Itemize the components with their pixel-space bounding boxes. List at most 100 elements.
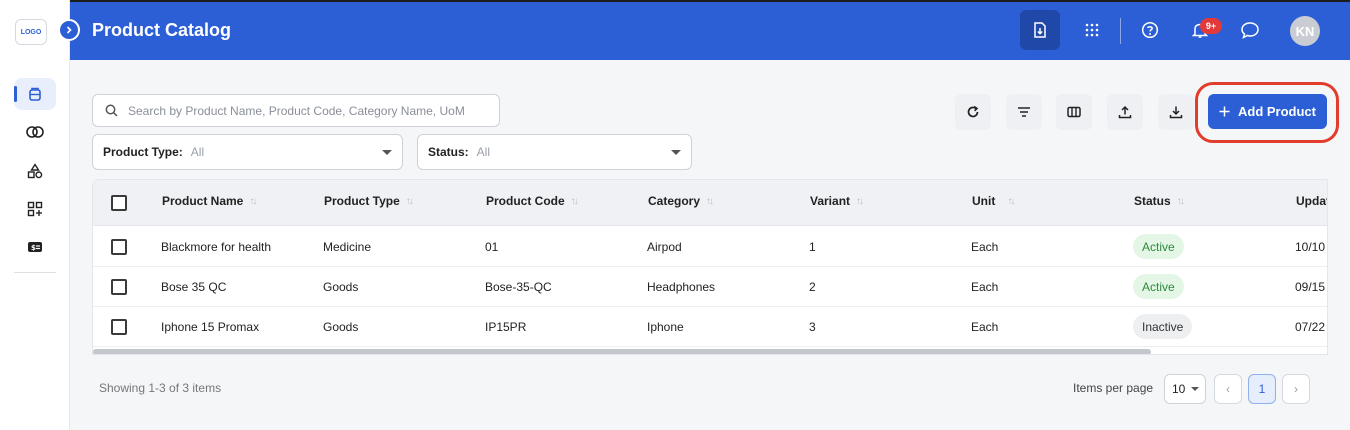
sidebar-item-categories[interactable] bbox=[14, 155, 56, 187]
product-type-filter-value: All bbox=[190, 145, 205, 159]
notification-badge: 9+ bbox=[1200, 18, 1222, 34]
table-row[interactable]: Blackmore for health Medicine 01 Airpod … bbox=[93, 227, 1327, 267]
cell-product-type: Goods bbox=[323, 320, 359, 334]
cell-category: Iphone bbox=[647, 320, 684, 334]
help-icon bbox=[1141, 21, 1159, 39]
next-page-button[interactable]: › bbox=[1282, 374, 1310, 404]
status-filter-value: All bbox=[476, 145, 491, 159]
items-per-page-select[interactable]: 10 bbox=[1164, 374, 1206, 404]
column-label: Variant bbox=[810, 194, 851, 208]
select-all-checkbox[interactable] bbox=[111, 195, 127, 211]
sidebar-item-products[interactable] bbox=[14, 78, 56, 110]
column-label: Product Name bbox=[162, 194, 244, 208]
search-input[interactable] bbox=[128, 103, 488, 118]
column-header-updated[interactable]: Updat bbox=[1296, 194, 1327, 208]
column-label: Category bbox=[648, 194, 701, 208]
product-table: Product Name ↑↓ Product Type ↑↓ Product Co… bbox=[92, 179, 1328, 355]
items-per-page-value: 10 bbox=[1172, 382, 1186, 396]
user-avatar[interactable]: KN bbox=[1290, 16, 1320, 46]
download-file-icon bbox=[1034, 22, 1046, 38]
cell-updated: 09/15 bbox=[1295, 280, 1326, 294]
top-header: Product Catalog 9+ KN bbox=[70, 0, 1350, 60]
chat-bubble-icon bbox=[1241, 22, 1259, 39]
rail-divider bbox=[14, 272, 56, 273]
expand-rail-button[interactable] bbox=[58, 19, 80, 41]
add-product-label: Add Product bbox=[1238, 104, 1316, 119]
cell-product-name: Iphone 15 Promax bbox=[161, 320, 260, 334]
chevron-down-icon bbox=[1191, 387, 1200, 391]
cell-category: Airpod bbox=[647, 240, 682, 254]
sidebar-item-pricing[interactable]: $ bbox=[14, 231, 56, 263]
chat-button[interactable] bbox=[1230, 10, 1270, 50]
chevron-right-icon bbox=[66, 26, 72, 34]
column-header-product-name[interactable]: Product Name ↑↓ bbox=[162, 194, 257, 208]
column-header-variant[interactable]: Variant ↑↓ bbox=[810, 194, 864, 208]
columns-icon bbox=[1067, 106, 1081, 118]
cell-product-type: Goods bbox=[323, 280, 359, 294]
sidebar-item-variants[interactable] bbox=[14, 193, 56, 225]
notifications-button[interactable]: 9+ bbox=[1180, 10, 1222, 50]
cell-product-type: Medicine bbox=[323, 240, 372, 254]
column-label: Product Type bbox=[324, 194, 400, 208]
search-box[interactable] bbox=[92, 94, 500, 127]
svg-text:$: $ bbox=[31, 244, 36, 252]
cell-category: Headphones bbox=[647, 280, 716, 294]
shapes-icon bbox=[27, 163, 43, 179]
cell-unit: Each bbox=[971, 280, 999, 294]
cell-product-code: 01 bbox=[485, 240, 499, 254]
search-icon bbox=[105, 104, 118, 117]
sort-icon: ↑↓ bbox=[249, 195, 257, 207]
prev-page-button[interactable]: ‹ bbox=[1214, 374, 1242, 404]
header-separator bbox=[1120, 18, 1121, 44]
column-header-unit[interactable]: Unit ↑↓ bbox=[972, 194, 1015, 208]
sort-icon: ↑↓ bbox=[706, 195, 714, 207]
page-1-button[interactable]: 1 bbox=[1248, 374, 1276, 404]
refresh-button[interactable] bbox=[955, 94, 991, 130]
table-header: Product Name ↑↓ Product Type ↑↓ Product Co… bbox=[93, 180, 1327, 226]
row-checkbox[interactable] bbox=[111, 279, 127, 295]
column-header-product-type[interactable]: Product Type ↑↓ bbox=[324, 194, 414, 208]
cell-updated: 10/10 bbox=[1295, 240, 1326, 254]
columns-button[interactable] bbox=[1056, 94, 1092, 130]
row-checkbox[interactable] bbox=[111, 319, 127, 335]
column-header-category[interactable]: Category ↑↓ bbox=[648, 194, 714, 208]
status-badge: Inactive bbox=[1133, 314, 1193, 339]
horizontal-scrollbar[interactable] bbox=[93, 349, 1151, 354]
chevron-down-icon bbox=[671, 149, 681, 155]
cell-updated: 07/22 bbox=[1295, 320, 1326, 334]
filter-button[interactable] bbox=[1006, 94, 1042, 130]
cell-product-name: Blackmore for health bbox=[161, 240, 272, 254]
cell-unit: Each bbox=[971, 320, 999, 334]
product-type-filter-label: Product Type: bbox=[103, 145, 183, 159]
column-header-product-code[interactable]: Product Code ↑↓ bbox=[486, 194, 579, 208]
status-filter[interactable]: Status: All bbox=[417, 134, 692, 170]
cell-unit: Each bbox=[971, 240, 999, 254]
column-header-status[interactable]: Status ↑↓ bbox=[1134, 194, 1185, 208]
price-tag-icon: $ bbox=[28, 242, 42, 252]
refresh-icon bbox=[967, 105, 979, 118]
sort-icon: ↑↓ bbox=[1176, 195, 1185, 207]
help-button[interactable] bbox=[1130, 10, 1170, 50]
download-button[interactable] bbox=[1158, 94, 1194, 130]
upload-button[interactable] bbox=[1107, 94, 1143, 130]
cell-variant: 1 bbox=[809, 240, 816, 254]
cell-product-code: Bose-35-QC bbox=[485, 280, 552, 294]
download-file-button[interactable] bbox=[1020, 10, 1060, 50]
cell-product-name: Bose 35 QC bbox=[161, 280, 227, 294]
showing-count: Showing 1-3 of 3 items bbox=[99, 381, 222, 395]
app-logo: LOGO bbox=[15, 19, 47, 45]
overlap-circles-icon bbox=[26, 126, 44, 138]
add-product-button[interactable]: Add Product bbox=[1208, 94, 1327, 129]
sort-icon: ↑↓ bbox=[570, 195, 579, 207]
row-checkbox[interactable] bbox=[111, 239, 127, 255]
table-row[interactable]: Iphone 15 Promax Goods IP15PR Iphone 3 E… bbox=[93, 307, 1327, 347]
filter-lines-icon bbox=[1018, 107, 1030, 117]
sort-icon: ↑↓ bbox=[405, 195, 414, 207]
sidebar-item-brands[interactable] bbox=[14, 116, 56, 148]
chevron-down-icon bbox=[382, 149, 392, 155]
table-row[interactable]: Bose 35 QC Goods Bose-35-QC Headphones 2… bbox=[93, 267, 1327, 307]
product-type-filter[interactable]: Product Type: All bbox=[92, 134, 403, 170]
product-box-icon bbox=[29, 87, 41, 101]
status-filter-label: Status: bbox=[428, 145, 469, 159]
apps-button[interactable] bbox=[1072, 10, 1112, 50]
